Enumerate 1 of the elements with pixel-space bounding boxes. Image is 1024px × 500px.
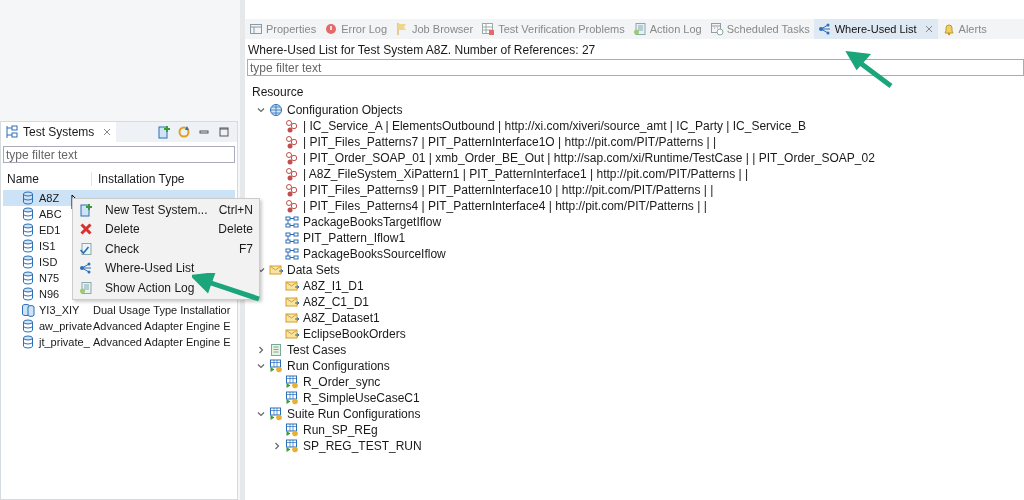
where-used-heading: Where-Used List for Test System A8Z. Number of References: 27	[247, 42, 597, 59]
